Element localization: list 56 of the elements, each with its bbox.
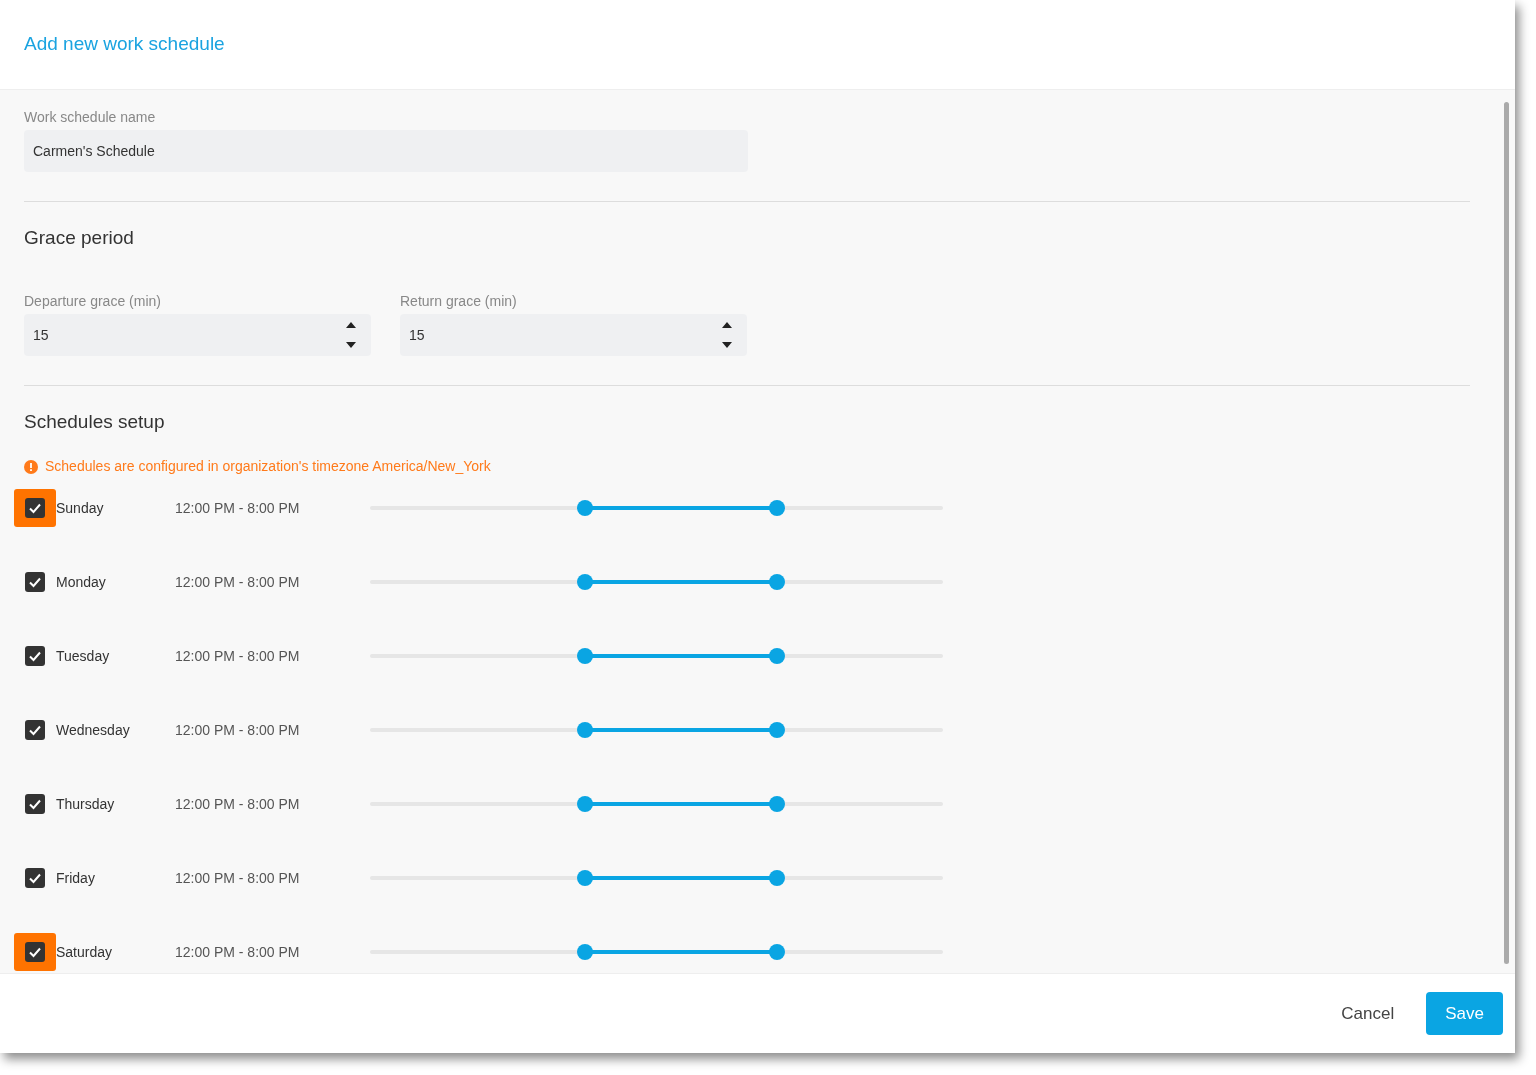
spinner-icon[interactable] xyxy=(722,320,732,349)
slider-handle[interactable] xyxy=(576,944,593,960)
spinner-icon[interactable] xyxy=(346,320,356,349)
day-label: Wednesday xyxy=(56,720,131,740)
time-range: 12:00 PM - 8:00 PM xyxy=(175,572,301,592)
slider-handle[interactable] xyxy=(768,500,785,516)
time-range: 12:00 PM - 8:00 PM xyxy=(175,646,301,666)
number-field[interactable]: 15 xyxy=(400,313,747,356)
checkbox[interactable] xyxy=(25,794,45,814)
slider-handle[interactable] xyxy=(768,648,785,664)
check-icon xyxy=(28,871,42,885)
time-range: 12:00 PM - 8:00 PM xyxy=(175,794,301,814)
check-icon xyxy=(28,575,42,589)
slider-handle[interactable] xyxy=(768,870,785,886)
number-field[interactable]: 15 xyxy=(24,313,371,356)
slider-handle[interactable] xyxy=(576,796,593,812)
field-label: Return grace (min) xyxy=(400,291,518,311)
section-heading: Grace period xyxy=(24,226,135,250)
checkbox[interactable] xyxy=(25,868,45,888)
slider-handle[interactable] xyxy=(576,870,593,886)
name-field[interactable]: Carmen's Schedule xyxy=(24,130,748,172)
check-icon xyxy=(28,797,42,811)
time-range: 12:00 PM - 8:00 PM xyxy=(175,868,301,888)
check-icon xyxy=(28,649,42,663)
slider-handle[interactable] xyxy=(768,722,785,738)
checkbox[interactable] xyxy=(25,942,45,962)
slider-handle[interactable] xyxy=(576,574,593,590)
day-label: Tuesday xyxy=(56,646,111,666)
check-icon xyxy=(28,723,42,737)
day-label: Friday xyxy=(56,868,96,888)
day-label: Saturday xyxy=(56,942,114,962)
checkbox[interactable] xyxy=(25,646,45,666)
checkbox[interactable] xyxy=(25,572,45,592)
time-range: 12:00 PM - 8:00 PM xyxy=(175,942,301,962)
checkbox[interactable] xyxy=(25,720,45,740)
day-label: Thursday xyxy=(56,794,116,814)
time-range: 12:00 PM - 8:00 PM xyxy=(175,498,301,518)
slider-handle[interactable] xyxy=(576,722,593,738)
slider-handle[interactable] xyxy=(768,796,785,812)
slider-handle[interactable] xyxy=(576,648,593,664)
field-label: Departure grace (min) xyxy=(24,291,162,311)
field-label: Work schedule name xyxy=(24,108,157,127)
section-heading: Schedules setup xyxy=(24,409,166,434)
day-label: Monday xyxy=(56,572,107,592)
timezone-notice: Schedules are configured in organization's timezone America/New_York xyxy=(45,457,491,476)
day-label: Sunday xyxy=(56,498,105,518)
slider-handle[interactable] xyxy=(768,574,785,590)
info-icon xyxy=(24,459,38,474)
slider-handle[interactable] xyxy=(576,500,593,516)
check-icon xyxy=(28,501,42,515)
cancel-button[interactable]: Cancel xyxy=(1333,992,1403,1035)
dialog-title: Add new work schedule xyxy=(24,32,225,57)
checkbox[interactable] xyxy=(25,498,45,518)
check-icon xyxy=(28,945,42,959)
time-range: 12:00 PM - 8:00 PM xyxy=(175,720,301,740)
slider-handle[interactable] xyxy=(768,944,785,960)
